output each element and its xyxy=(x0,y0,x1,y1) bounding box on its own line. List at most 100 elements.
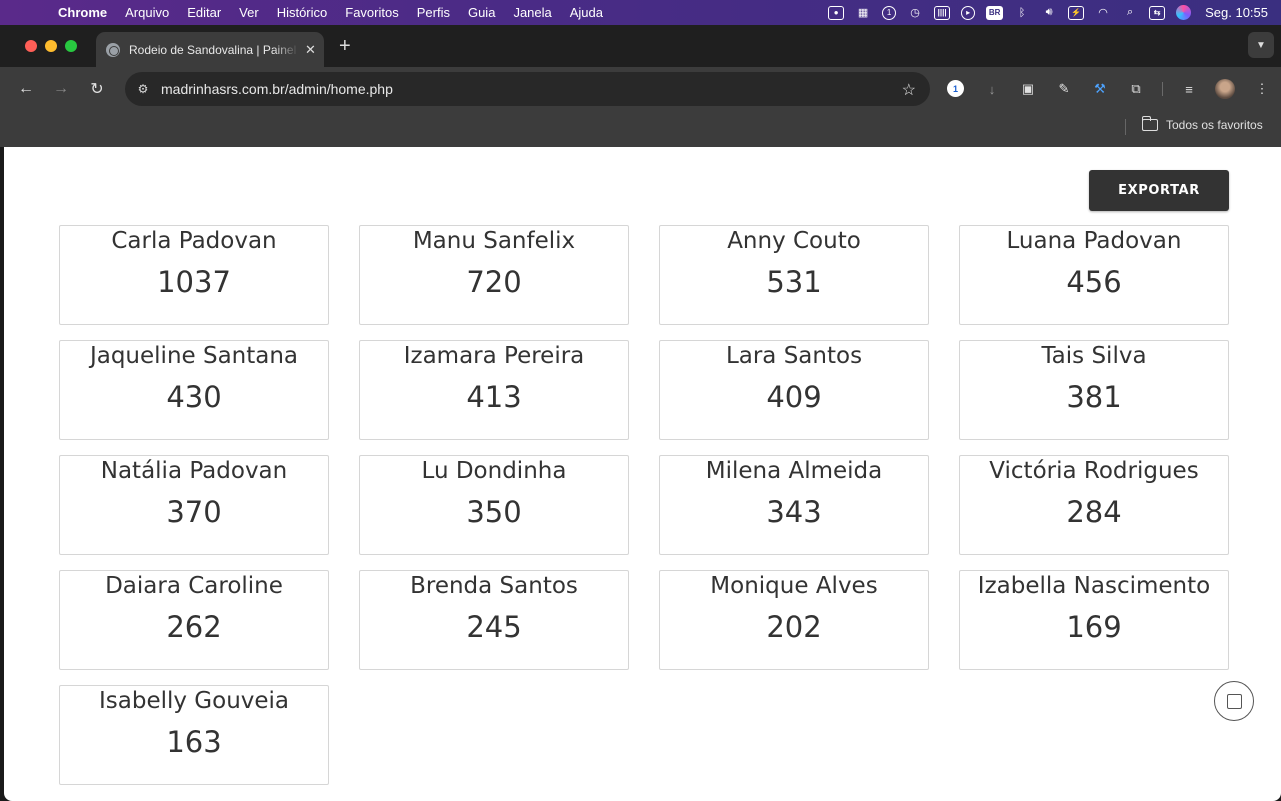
card-name: Luana Padovan xyxy=(1006,228,1182,254)
ranking-card: Milena Almeida 343 xyxy=(659,455,929,555)
card-name: Daiara Caroline xyxy=(105,573,283,599)
status-app-icon[interactable]: ● xyxy=(828,5,845,20)
reload-button[interactable]: ↻ xyxy=(87,79,107,99)
card-name: Carla Padovan xyxy=(111,228,277,254)
zoom-window-button[interactable] xyxy=(65,40,77,52)
card-name: Isabelly Gouveia xyxy=(98,688,290,714)
card-name: Jaqueline Santana xyxy=(89,343,299,369)
password-manager-status-icon[interactable]: 1 xyxy=(882,5,897,20)
tab-strip: Rodeio de Sandovalina | Painel ✕ + ▼ xyxy=(0,25,1281,67)
ranking-card: Natália Padovan 370 xyxy=(59,455,329,555)
ranking-card: Anny Couto 531 xyxy=(659,225,929,325)
menu-arquivo[interactable]: Arquivo xyxy=(125,5,169,20)
battery-icon[interactable]: ⚡ xyxy=(1068,5,1085,20)
card-count: 202 xyxy=(766,610,822,644)
control-center-icon[interactable]: ⇆ xyxy=(1149,5,1166,20)
ranking-card: Lara Santos 409 xyxy=(659,340,929,440)
ranking-grid: Carla Padovan 1037 Manu Sanfelix 720 Anny Co… xyxy=(59,225,1229,785)
ranking-card: Luana Padovan 456 xyxy=(959,225,1229,325)
card-count: 430 xyxy=(166,380,222,414)
menu-guia[interactable]: Guia xyxy=(468,5,495,20)
card-count: 413 xyxy=(466,380,522,414)
menu-perfis[interactable]: Perfis xyxy=(417,5,450,20)
ranking-card: Monique Alves 202 xyxy=(659,570,929,670)
folder-icon[interactable] xyxy=(1141,116,1158,131)
menu-ver[interactable]: Ver xyxy=(239,5,259,20)
volume-icon[interactable]: 🔊︎ xyxy=(1041,6,1057,20)
forward-button[interactable]: → xyxy=(51,79,71,99)
menu-editar[interactable]: Editar xyxy=(187,5,221,20)
menu-janela[interactable]: Janela xyxy=(513,5,551,20)
minimize-window-button[interactable] xyxy=(45,40,57,52)
url-text[interactable]: madrinhasrs.com.br/admin/home.php xyxy=(161,81,393,97)
ranking-card: Tais Silva 381 xyxy=(959,340,1229,440)
tab-title: Rodeio de Sandovalina | Painel xyxy=(129,42,297,57)
memory-icon[interactable]: |||| xyxy=(934,5,951,20)
card-name: Izamara Pereira xyxy=(403,343,585,369)
site-info-icon[interactable]: ⚙ xyxy=(135,81,151,97)
ranking-card: Isabelly Gouveia 163 xyxy=(59,685,329,785)
reading-list-icon[interactable]: ≡ xyxy=(1180,80,1198,98)
status-grid-icon[interactable]: ▦ xyxy=(855,6,871,20)
hammer-icon[interactable]: ⚒ xyxy=(1091,80,1109,98)
card-count: 284 xyxy=(1066,495,1122,529)
close-tab-icon[interactable]: ✕ xyxy=(305,42,316,58)
all-bookmarks-link[interactable]: Todos os favoritos xyxy=(1166,118,1263,132)
card-name: Milena Almeida xyxy=(705,458,883,484)
menu-ajuda[interactable]: Ajuda xyxy=(570,5,603,20)
bookmark-star-icon[interactable]: ☆ xyxy=(902,80,916,100)
card-count: 262 xyxy=(166,610,222,644)
floating-action-button[interactable] xyxy=(1214,681,1254,721)
card-name: Izabella Nascimento xyxy=(977,573,1211,599)
toolbar-divider xyxy=(1162,82,1163,96)
macos-menu-bar: Chrome Arquivo Editar Ver Histórico Favo… xyxy=(0,0,1281,25)
wifi-icon[interactable]: ◠ xyxy=(1095,6,1111,20)
spotlight-search-icon[interactable]: ⌕ xyxy=(1122,6,1138,20)
card-name: Tais Silva xyxy=(1041,343,1147,369)
ranking-card: Jaqueline Santana 430 xyxy=(59,340,329,440)
picture-in-picture-icon[interactable]: ▣ xyxy=(1019,80,1037,98)
globe-icon xyxy=(106,42,120,57)
eyedropper-icon[interactable]: ✎ xyxy=(1055,80,1073,98)
bookmarks-bar: Todos os favoritos xyxy=(0,111,1281,147)
time-machine-icon[interactable]: ◷ xyxy=(907,6,923,20)
card-count: 720 xyxy=(466,265,522,299)
card-count: 370 xyxy=(166,495,222,529)
profile-avatar[interactable] xyxy=(1215,79,1235,99)
page-content: EXPORTAR Carla Padovan 1037 Manu Sanfelix 7… xyxy=(4,147,1281,801)
ranking-card: Daiara Caroline 262 xyxy=(59,570,329,670)
tab-active[interactable]: Rodeio de Sandovalina | Painel ✕ xyxy=(96,32,324,67)
card-count: 456 xyxy=(1066,265,1122,299)
close-window-button[interactable] xyxy=(25,40,37,52)
menu-historico[interactable]: Histórico xyxy=(277,5,328,20)
back-button[interactable]: ← xyxy=(16,79,36,99)
card-name: Lu Dondinha xyxy=(421,458,567,484)
tab-search-button[interactable]: ▼ xyxy=(1248,32,1274,58)
password-manager-extension-icon[interactable]: 1 xyxy=(947,80,964,97)
ranking-card: Victória Rodrigues 284 xyxy=(959,455,1229,555)
siri-icon[interactable] xyxy=(1176,5,1192,20)
ranking-card: Izabella Nascimento 169 xyxy=(959,570,1229,670)
card-count: 169 xyxy=(1066,610,1122,644)
more-menu-icon[interactable]: ⋮ xyxy=(1253,80,1271,98)
card-name: Lara Santos xyxy=(725,343,863,369)
download-icon[interactable]: ↓ xyxy=(983,80,1001,98)
menu-app-chrome[interactable]: Chrome xyxy=(58,5,107,20)
menu-clock[interactable]: Seg. 10:55 xyxy=(1205,5,1268,20)
address-bar[interactable]: ⚙ madrinhasrs.com.br/admin/home.php ☆ xyxy=(125,72,930,106)
play-icon[interactable]: ▸ xyxy=(961,5,976,20)
card-name: Brenda Santos xyxy=(410,573,578,599)
menu-favoritos[interactable]: Favoritos xyxy=(345,5,398,20)
export-button[interactable]: EXPORTAR xyxy=(1089,170,1229,211)
ranking-card: Brenda Santos 245 xyxy=(359,570,629,670)
card-name: Manu Sanfelix xyxy=(412,228,576,254)
ranking-card: Izamara Pereira 413 xyxy=(359,340,629,440)
card-count: 531 xyxy=(766,265,822,299)
new-tab-button[interactable]: + xyxy=(339,35,351,58)
bluetooth-icon[interactable]: ᛒ xyxy=(1014,6,1030,20)
card-count: 245 xyxy=(466,610,522,644)
extensions-puzzle-icon[interactable]: ⧉ xyxy=(1127,80,1145,98)
card-count: 343 xyxy=(766,495,822,529)
status-icons: ● ▦ 1 ◷ |||| ▸ BR ᛒ 🔊︎ ⚡ ◠ ⌕ ⇆ Seg. 10:5… xyxy=(817,0,1281,25)
input-source-icon[interactable]: BR xyxy=(986,5,1004,20)
